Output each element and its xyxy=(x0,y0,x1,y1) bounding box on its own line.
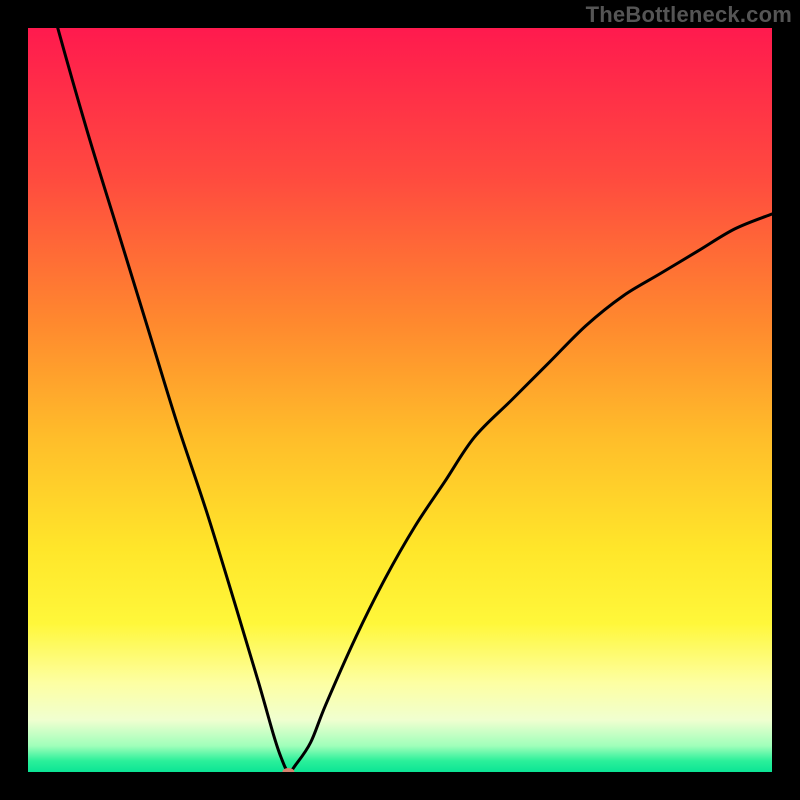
chart-svg xyxy=(28,28,772,772)
gradient-background xyxy=(28,28,772,772)
watermark-text: TheBottleneck.com xyxy=(586,2,792,28)
plot-area xyxy=(28,28,772,772)
chart-frame: TheBottleneck.com xyxy=(0,0,800,800)
